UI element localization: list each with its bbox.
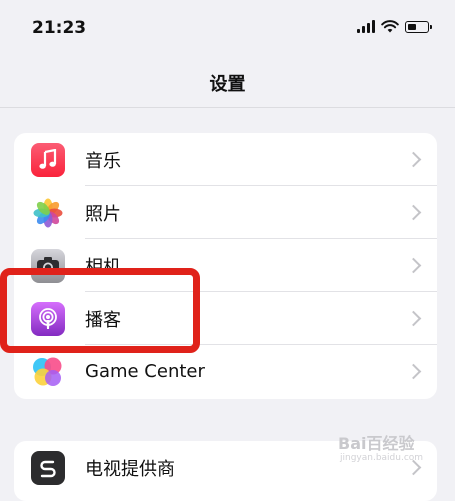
settings-group-media: 音乐 照片 相机 播客 Game Center — [14, 133, 437, 399]
game-center-icon — [31, 355, 65, 389]
settings-row-game-center[interactable]: Game Center — [14, 345, 437, 398]
settings-row-label: 音乐 — [85, 150, 121, 172]
settings-row-music[interactable]: 音乐 — [14, 133, 437, 186]
settings-row-photos[interactable]: 照片 — [14, 186, 437, 239]
chevron-right-icon — [405, 151, 422, 168]
settings-group-tv: 电视提供商 — [14, 441, 437, 501]
photos-icon — [31, 195, 65, 230]
status-time: 21:23 — [32, 18, 87, 38]
settings-row-podcasts[interactable]: 播客 — [14, 292, 437, 345]
podcasts-icon — [31, 301, 65, 336]
wifi-icon — [381, 20, 399, 33]
settings-row-label: 播客 — [85, 309, 121, 331]
chevron-right-icon — [405, 204, 422, 221]
status-icons — [357, 20, 432, 33]
status-bar: 21:23 — [0, 0, 455, 60]
settings-row-label: 相机 — [85, 256, 121, 278]
music-icon — [31, 142, 65, 177]
settings-row-tv-provider[interactable]: 电视提供商 — [14, 441, 437, 494]
signal-icon — [357, 20, 375, 33]
settings-row-label: Game Center — [85, 361, 205, 382]
chevron-right-icon — [405, 310, 422, 327]
chevron-right-icon — [405, 363, 422, 380]
chevron-right-icon — [405, 459, 422, 476]
battery-icon — [405, 20, 432, 33]
chevron-right-icon — [405, 257, 422, 274]
settings-row-label: 照片 — [85, 203, 121, 225]
page-title: 设置 — [209, 74, 246, 95]
settings-row-label: 电视提供商 — [85, 458, 175, 480]
tv-provider-icon — [31, 450, 65, 485]
camera-icon — [31, 248, 65, 283]
settings-row-camera[interactable]: 相机 — [14, 239, 437, 292]
nav-divider — [0, 107, 455, 108]
